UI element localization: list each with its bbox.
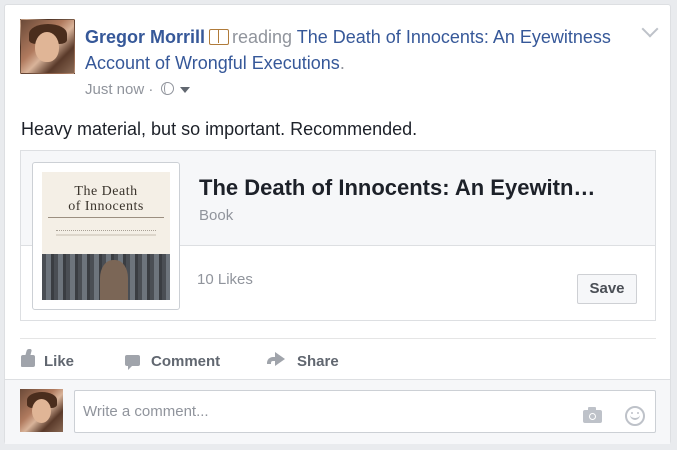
cover-title-line2: of Innocents: [68, 199, 144, 214]
like-button[interactable]: Like: [21, 348, 74, 376]
commenter-avatar-face: [32, 399, 51, 423]
share-arrow-icon: [267, 352, 285, 366]
camera-icon[interactable]: [583, 407, 602, 423]
post-header: Gregor Morrill reading The Death of Innoc…: [85, 24, 645, 76]
comment-input[interactable]: [74, 390, 656, 433]
cover-blurb: [56, 230, 156, 232]
book-cover-image: The Death of Innocents: [42, 172, 170, 300]
cover-photo: [42, 254, 170, 300]
speech-bubble-icon: [125, 355, 140, 370]
commenter-avatar[interactable]: [20, 389, 63, 432]
activity-period: .: [339, 53, 345, 73]
share-button[interactable]: Share: [267, 348, 339, 376]
author-avatar[interactable]: [20, 19, 75, 74]
globe-icon[interactable]: [160, 82, 174, 95]
feed-post: Gregor Morrill reading The Death of Innoc…: [4, 4, 671, 444]
activity-verb: reading: [232, 27, 293, 47]
comment-button[interactable]: Comment: [125, 348, 220, 376]
smiley-icon[interactable]: [625, 406, 645, 426]
cover-figure: [100, 260, 128, 300]
actions-divider: [20, 338, 656, 339]
like-label: Like: [44, 353, 75, 370]
book-cover-frame[interactable]: The Death of Innocents: [32, 162, 180, 310]
privacy-caret-icon[interactable]: [179, 87, 190, 93]
avatar-face: [35, 32, 59, 62]
book-icon: [209, 29, 230, 45]
cover-rule: [48, 217, 164, 221]
thumbs-up-icon: [21, 355, 35, 367]
share-label: Share: [297, 353, 339, 370]
meta-separator: ·: [148, 81, 154, 98]
attachment-likes[interactable]: 10 Likes: [197, 271, 253, 288]
post-timestamp[interactable]: Just now: [85, 81, 144, 98]
cover-title: The Death of Innocents: [42, 184, 170, 214]
attachment-type: Book: [199, 207, 234, 224]
book-attachment[interactable]: The Death of Innocents The Death of Inno…: [20, 150, 656, 321]
comment-label: Comment: [151, 353, 221, 370]
cover-title-line1: The Death: [74, 184, 138, 199]
author-name-link[interactable]: Gregor Morrill: [85, 27, 205, 47]
attachment-title-link[interactable]: The Death of Innocents: An Eyewitn…: [199, 175, 639, 201]
post-message: Heavy material, but so important. Recomm…: [21, 119, 418, 139]
comment-composer: [5, 379, 670, 444]
save-button[interactable]: Save: [577, 274, 637, 304]
post-meta: Just now ·: [85, 81, 190, 98]
